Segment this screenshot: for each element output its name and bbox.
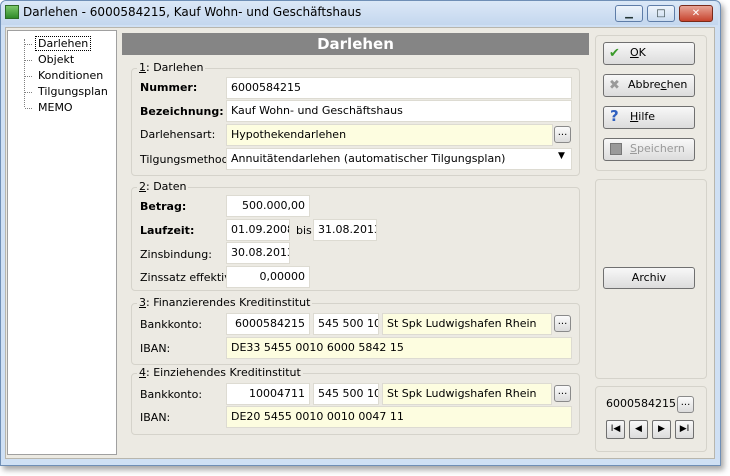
navigation-tree: Darlehen Objekt Konditionen Tilgungsplan… <box>7 30 117 455</box>
ok-button[interactable]: ✔ OK <box>603 42 695 65</box>
cancel-button[interactable]: ✖ Abbrechen <box>603 74 695 97</box>
tree-item-tilgungsplan[interactable]: Tilgungsplan <box>38 85 108 98</box>
cross-icon: ✖ <box>609 78 620 93</box>
archiv-button[interactable]: Archiv <box>603 267 695 289</box>
prev-record-button[interactable]: ◀ <box>629 420 648 439</box>
bankkonto-field-3[interactable]: 6000584215 <box>226 313 310 335</box>
darlehensart-browse-button[interactable]: ... <box>554 126 571 143</box>
bankkonto-label-3: Bankkonto: <box>140 318 203 331</box>
zinssatz-field[interactable]: 0,00000 <box>226 266 310 288</box>
nummer-label: Nummer: <box>140 81 198 94</box>
nummer-field[interactable]: 6000584215 <box>226 77 572 99</box>
bankkonto-label-4: Bankkonto: <box>140 388 203 401</box>
bankkonto-field-4[interactable]: 10004711 <box>226 383 310 405</box>
tree-item-memo[interactable]: MEMO <box>38 101 73 114</box>
blz-field-3[interactable]: 545 500 10 <box>313 313 379 335</box>
zinsbindung-field[interactable]: 30.08.2013 <box>226 242 290 264</box>
laufzeit-to-field[interactable]: 31.08.2013 <box>313 219 377 241</box>
darlehensart-label: Darlehensart: <box>140 128 216 141</box>
ok-button-label: OK <box>630 46 646 59</box>
question-icon: ? <box>610 107 619 125</box>
group-label-finanzierendes: 3: Finanzierendes Kreditinstitut <box>137 296 313 309</box>
betrag-label: Betrag: <box>140 200 187 213</box>
laufzeit-from-field[interactable]: 01.09.2008 <box>226 219 290 241</box>
first-record-button[interactable]: I◀ <box>606 420 625 439</box>
help-button[interactable]: ? Hilfe <box>603 106 695 129</box>
iban-label-3: IBAN: <box>140 342 171 355</box>
page-title: Darlehen <box>122 33 589 55</box>
save-button[interactable]: Speichern <box>603 138 695 161</box>
record-number: 6000584215 <box>606 397 676 410</box>
next-record-button[interactable]: ▶ <box>652 420 671 439</box>
betrag-field[interactable]: 500.000,00 <box>226 195 310 217</box>
cancel-button-label: Abbrechen <box>628 78 688 91</box>
help-button-label: Hilfe <box>630 110 656 123</box>
iban-label-4: IBAN: <box>140 411 171 424</box>
minimize-button[interactable]: ▁ <box>615 5 643 22</box>
chevron-down-icon: ▼ <box>558 151 565 161</box>
bank-name-field-4[interactable]: St Spk Ludwigshafen Rhein <box>382 383 552 405</box>
floppy-icon <box>610 143 622 155</box>
record-browse-button[interactable]: ... <box>677 396 694 413</box>
blz-field-4[interactable]: 545 500 10 <box>313 383 379 405</box>
bank-browse-button-4[interactable]: ... <box>554 385 571 402</box>
bank-browse-button-3[interactable]: ... <box>554 315 571 332</box>
group-label-daten: 2: Daten <box>137 180 189 193</box>
window-title: Darlehen - 6000584215, Kauf Wohn- und Ge… <box>23 5 362 19</box>
iban-field-4[interactable]: DE20 5455 0010 0010 0047 11 <box>226 406 572 428</box>
bis-label: bis <box>296 224 312 237</box>
zinssatz-label: Zinssatz effektiv: <box>140 271 234 284</box>
save-button-label: Speichern <box>630 142 685 155</box>
group-label-darlehen: 1: Darlehen <box>137 61 206 74</box>
last-record-button[interactable]: ▶I <box>675 420 694 439</box>
tree-item-darlehen[interactable]: Darlehen <box>35 36 92 51</box>
close-button[interactable]: ✕ <box>679 5 713 22</box>
tilgungsmethode-select[interactable]: Annuitätendarlehen (automatischer Tilgun… <box>226 148 572 170</box>
iban-field-3[interactable]: DE33 5455 0010 6000 5842 15 <box>226 337 572 359</box>
laufzeit-label: Laufzeit: <box>140 224 195 237</box>
bezeichnung-label: Bezeichnung: <box>140 105 224 118</box>
maximize-button[interactable]: □ <box>647 5 675 22</box>
tree-item-konditionen[interactable]: Konditionen <box>38 69 103 82</box>
group-label-einziehendes: 4: Einziehendes Kreditinstitut <box>137 366 303 379</box>
bezeichnung-field[interactable]: Kauf Wohn- und Geschäftshaus <box>226 100 572 122</box>
zinsbindung-label: Zinsbindung: <box>140 248 212 261</box>
darlehensart-field[interactable]: Hypothekendarlehen <box>226 124 553 146</box>
check-icon: ✔ <box>609 46 620 61</box>
app-icon <box>5 5 19 19</box>
tilgungsmethode-label: Tilgungsmethode: <box>140 153 240 166</box>
bank-name-field-3[interactable]: St Spk Ludwigshafen Rhein <box>382 313 552 335</box>
tree-item-objekt[interactable]: Objekt <box>38 53 74 66</box>
